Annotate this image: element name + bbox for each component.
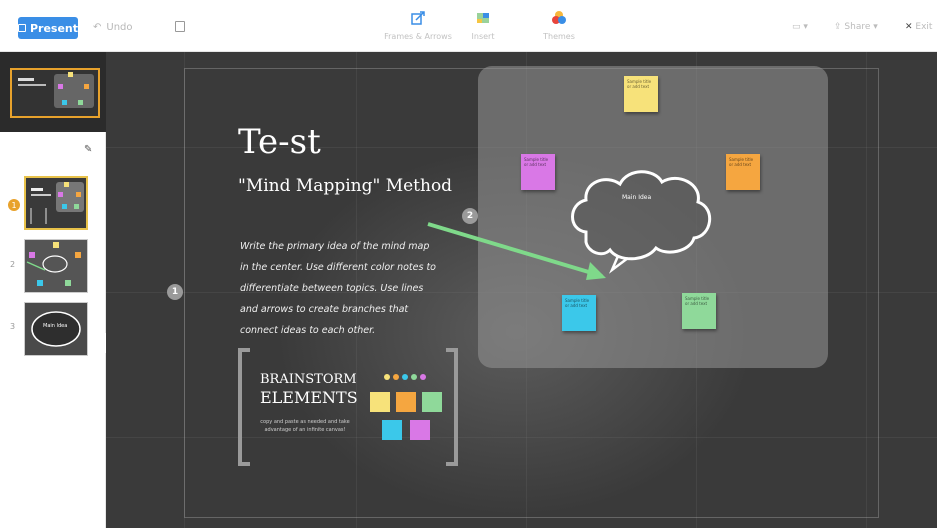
save-icon[interactable] xyxy=(175,21,185,32)
brainstorm-title: BRAINSTORM xyxy=(260,372,357,387)
brainstorm-caption: copy and paste as needed and take advant… xyxy=(260,419,350,433)
exit-button[interactable]: ✕ Exit xyxy=(905,22,932,32)
frames-arrows-icon xyxy=(411,11,425,25)
arrow-head xyxy=(586,262,606,280)
presentation-canvas[interactable]: Te-st "Mind Mapping" Method Write the pr… xyxy=(106,52,937,528)
overview-thumbnail[interactable] xyxy=(0,52,106,132)
color-dot-green xyxy=(411,374,417,380)
slide-3-caption: Main Idea xyxy=(43,323,68,329)
frames-arrows-label: Frames & Arrows xyxy=(384,32,452,41)
layout-menu-icon[interactable]: ▭ ▾ xyxy=(792,22,808,32)
brainstorm-elements[interactable]: BRAINSTORM ELEMENTS copy and paste as ne… xyxy=(238,348,458,466)
insert-button[interactable]: Insert xyxy=(443,10,523,41)
main-idea-cloud xyxy=(571,170,712,261)
connector-arrow xyxy=(427,222,603,278)
present-icon xyxy=(18,24,26,32)
themes-button[interactable]: Themes xyxy=(519,10,599,41)
slide-2-preview xyxy=(25,240,87,292)
insert-label: Insert xyxy=(471,32,495,41)
mini-note-cyan[interactable] xyxy=(382,420,402,440)
slide-thumbnail-2[interactable] xyxy=(24,239,88,293)
edit-pencil-icon[interactable]: ✎ xyxy=(84,144,92,155)
slide-1-preview xyxy=(26,178,86,228)
slide-thumbnail-1[interactable] xyxy=(24,176,88,230)
undo-button[interactable]: ↶ Undo xyxy=(93,22,133,33)
exit-label: Exit xyxy=(915,22,933,32)
undo-label: Undo xyxy=(106,22,133,33)
undo-icon: ↶ xyxy=(93,22,102,33)
present-label: Present xyxy=(29,21,78,35)
overview-preview xyxy=(12,70,98,116)
share-icon: ⇪ xyxy=(834,22,842,32)
main-idea-label[interactable]: Main Idea xyxy=(622,194,651,201)
slide-thumbnail-3[interactable]: Main Idea xyxy=(24,302,88,356)
elements-title: ELEMENTS xyxy=(260,388,358,407)
mini-note-green[interactable] xyxy=(422,392,442,412)
color-dot-orange xyxy=(393,374,399,380)
slide-number: 3 xyxy=(10,322,16,331)
color-dot-yellow xyxy=(384,374,390,380)
mini-note-pink[interactable] xyxy=(410,420,430,440)
present-button[interactable]: Present xyxy=(18,17,78,39)
close-icon: ✕ xyxy=(905,22,913,32)
slide-number: 2 xyxy=(10,260,16,269)
share-button[interactable]: ⇪ Share ▾ xyxy=(834,22,878,32)
mind-map-drawing xyxy=(427,170,712,280)
slide-3-preview xyxy=(25,303,87,355)
themes-icon xyxy=(552,11,566,24)
overview-frame xyxy=(10,68,100,118)
right-bracket xyxy=(446,348,458,466)
mini-note-yellow[interactable] xyxy=(370,392,390,412)
top-toolbar: Present ↶ Undo Frames & Arrows Insert Th… xyxy=(0,0,937,52)
insert-icon xyxy=(477,13,489,23)
color-dot-pink xyxy=(420,374,426,380)
themes-label: Themes xyxy=(543,32,575,41)
slide-sidebar: ✎ 1 2 3 Main Idea xyxy=(0,52,116,528)
slide-number: 1 xyxy=(8,199,20,211)
share-label: Share xyxy=(844,22,871,32)
mini-note-orange[interactable] xyxy=(396,392,416,412)
left-bracket xyxy=(238,348,250,466)
color-dot-cyan xyxy=(402,374,408,380)
